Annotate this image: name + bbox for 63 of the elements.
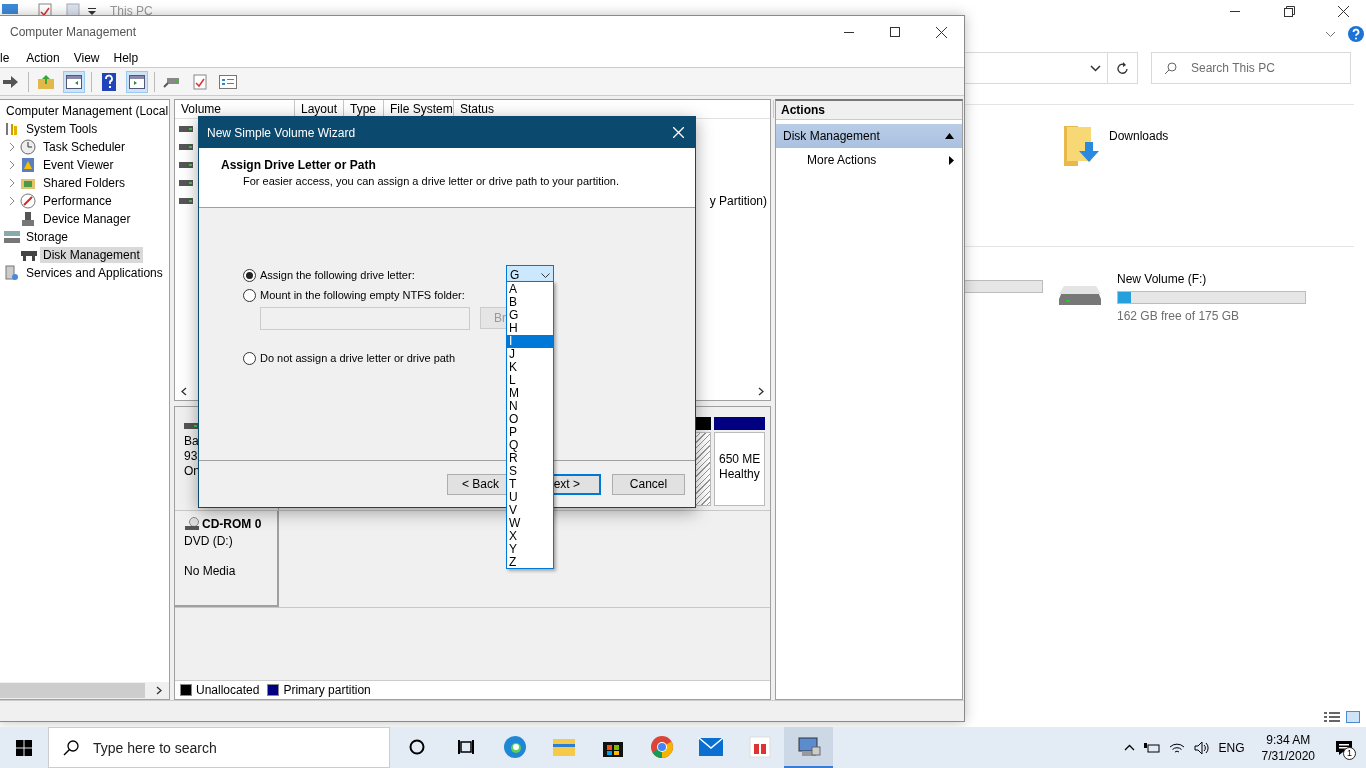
list-option[interactable]: N bbox=[507, 400, 553, 413]
dialog-title: New Simple Volume Wizard bbox=[207, 125, 356, 140]
page-description: For easier access, you can assign a drive letter or drive path to your partition. bbox=[242, 175, 620, 187]
taskbar-search-box[interactable]: Type here to search bbox=[48, 727, 390, 768]
menu-item[interactable]: View bbox=[66, 50, 107, 65]
list-option[interactable]: H bbox=[507, 322, 553, 335]
list-option[interactable]: Y bbox=[507, 543, 553, 556]
list-option[interactable]: A bbox=[507, 283, 553, 296]
tree-item[interactable]: Performance bbox=[40, 193, 115, 209]
option-label: Do not assign a drive letter or drive path bbox=[260, 352, 456, 364]
actions-title: Actions bbox=[776, 101, 962, 120]
option-label: Mount in the following empty NTFS folder: bbox=[260, 289, 465, 301]
option-label: Assign the following drive letter: bbox=[260, 269, 415, 281]
window-title: Computer Management bbox=[10, 25, 137, 39]
disk-name: CD-ROM 0 bbox=[202, 517, 262, 531]
legend-label: Primary partition bbox=[283, 683, 371, 697]
list-option[interactable]: W bbox=[507, 517, 553, 530]
list-option[interactable]: M bbox=[507, 387, 553, 400]
table-cell: y Partition) bbox=[709, 194, 767, 208]
list-option[interactable]: V bbox=[507, 504, 553, 517]
list-option[interactable]: I bbox=[507, 335, 553, 348]
list-option[interactable]: P bbox=[507, 426, 553, 439]
list-option[interactable]: Z bbox=[507, 556, 553, 569]
tree-item[interactable]: System Tools bbox=[23, 121, 101, 137]
list-option[interactable]: G bbox=[507, 309, 553, 322]
partition-text: 650 ME bbox=[719, 453, 762, 466]
disk-info-text: Ba bbox=[184, 435, 200, 448]
menu-item[interactable]: Help bbox=[106, 50, 146, 65]
disk-info-text: DVD (D:) bbox=[184, 535, 234, 548]
tree-item[interactable]: Task Scheduler bbox=[40, 139, 129, 155]
list-option[interactable]: R bbox=[507, 452, 553, 465]
list-option[interactable]: X bbox=[507, 530, 553, 543]
tree-item[interactable]: Shared Folders bbox=[40, 175, 129, 191]
disk-info-text: 93 bbox=[184, 450, 199, 463]
action-item[interactable]: More Actions bbox=[776, 148, 962, 172]
list-option[interactable]: L bbox=[507, 374, 553, 387]
tree-item[interactable]: Computer Management (Local bbox=[3, 103, 172, 119]
tree-item[interactable]: Event Viewer bbox=[40, 157, 117, 173]
menu-item[interactable]: Action bbox=[19, 50, 67, 65]
list-option[interactable]: Q bbox=[507, 439, 553, 452]
disk-info-text: No Media bbox=[184, 565, 237, 578]
list-option[interactable]: K bbox=[507, 361, 553, 374]
list-option[interactable]: O bbox=[507, 413, 553, 426]
free-space-text: 162 GB free of 175 GB bbox=[1117, 309, 1241, 323]
notifications-button[interactable]: 1 bbox=[1332, 735, 1356, 760]
tree-item[interactable]: Device Manager bbox=[40, 211, 134, 227]
language-indicator[interactable]: ENG bbox=[1218, 740, 1245, 755]
page-heading: Assign Drive Letter or Path bbox=[221, 158, 377, 172]
clock[interactable]: 9:34 AM 7/31/2020 bbox=[1261, 731, 1315, 764]
search-box[interactable]: Search This PC bbox=[1151, 52, 1351, 84]
actions-section[interactable]: Disk Management bbox=[776, 124, 962, 148]
window-title: This PC bbox=[110, 4, 153, 18]
tree-item[interactable]: Storage bbox=[23, 229, 72, 245]
tree-item[interactable]: Disk Management bbox=[40, 247, 143, 263]
partition-text: Healthy bbox=[719, 468, 761, 481]
list-option[interactable]: B bbox=[507, 296, 553, 309]
cancel-button[interactable]: Cancel bbox=[612, 473, 685, 495]
tree-item[interactable]: Services and Applications bbox=[23, 265, 166, 281]
folder-label: Downloads bbox=[1109, 129, 1169, 145]
list-option[interactable]: J bbox=[507, 348, 553, 361]
menu-item[interactable]: le bbox=[0, 50, 20, 65]
legend-label: Unallocated bbox=[196, 683, 260, 697]
drive-label: New Volume (F:) bbox=[1117, 272, 1208, 286]
